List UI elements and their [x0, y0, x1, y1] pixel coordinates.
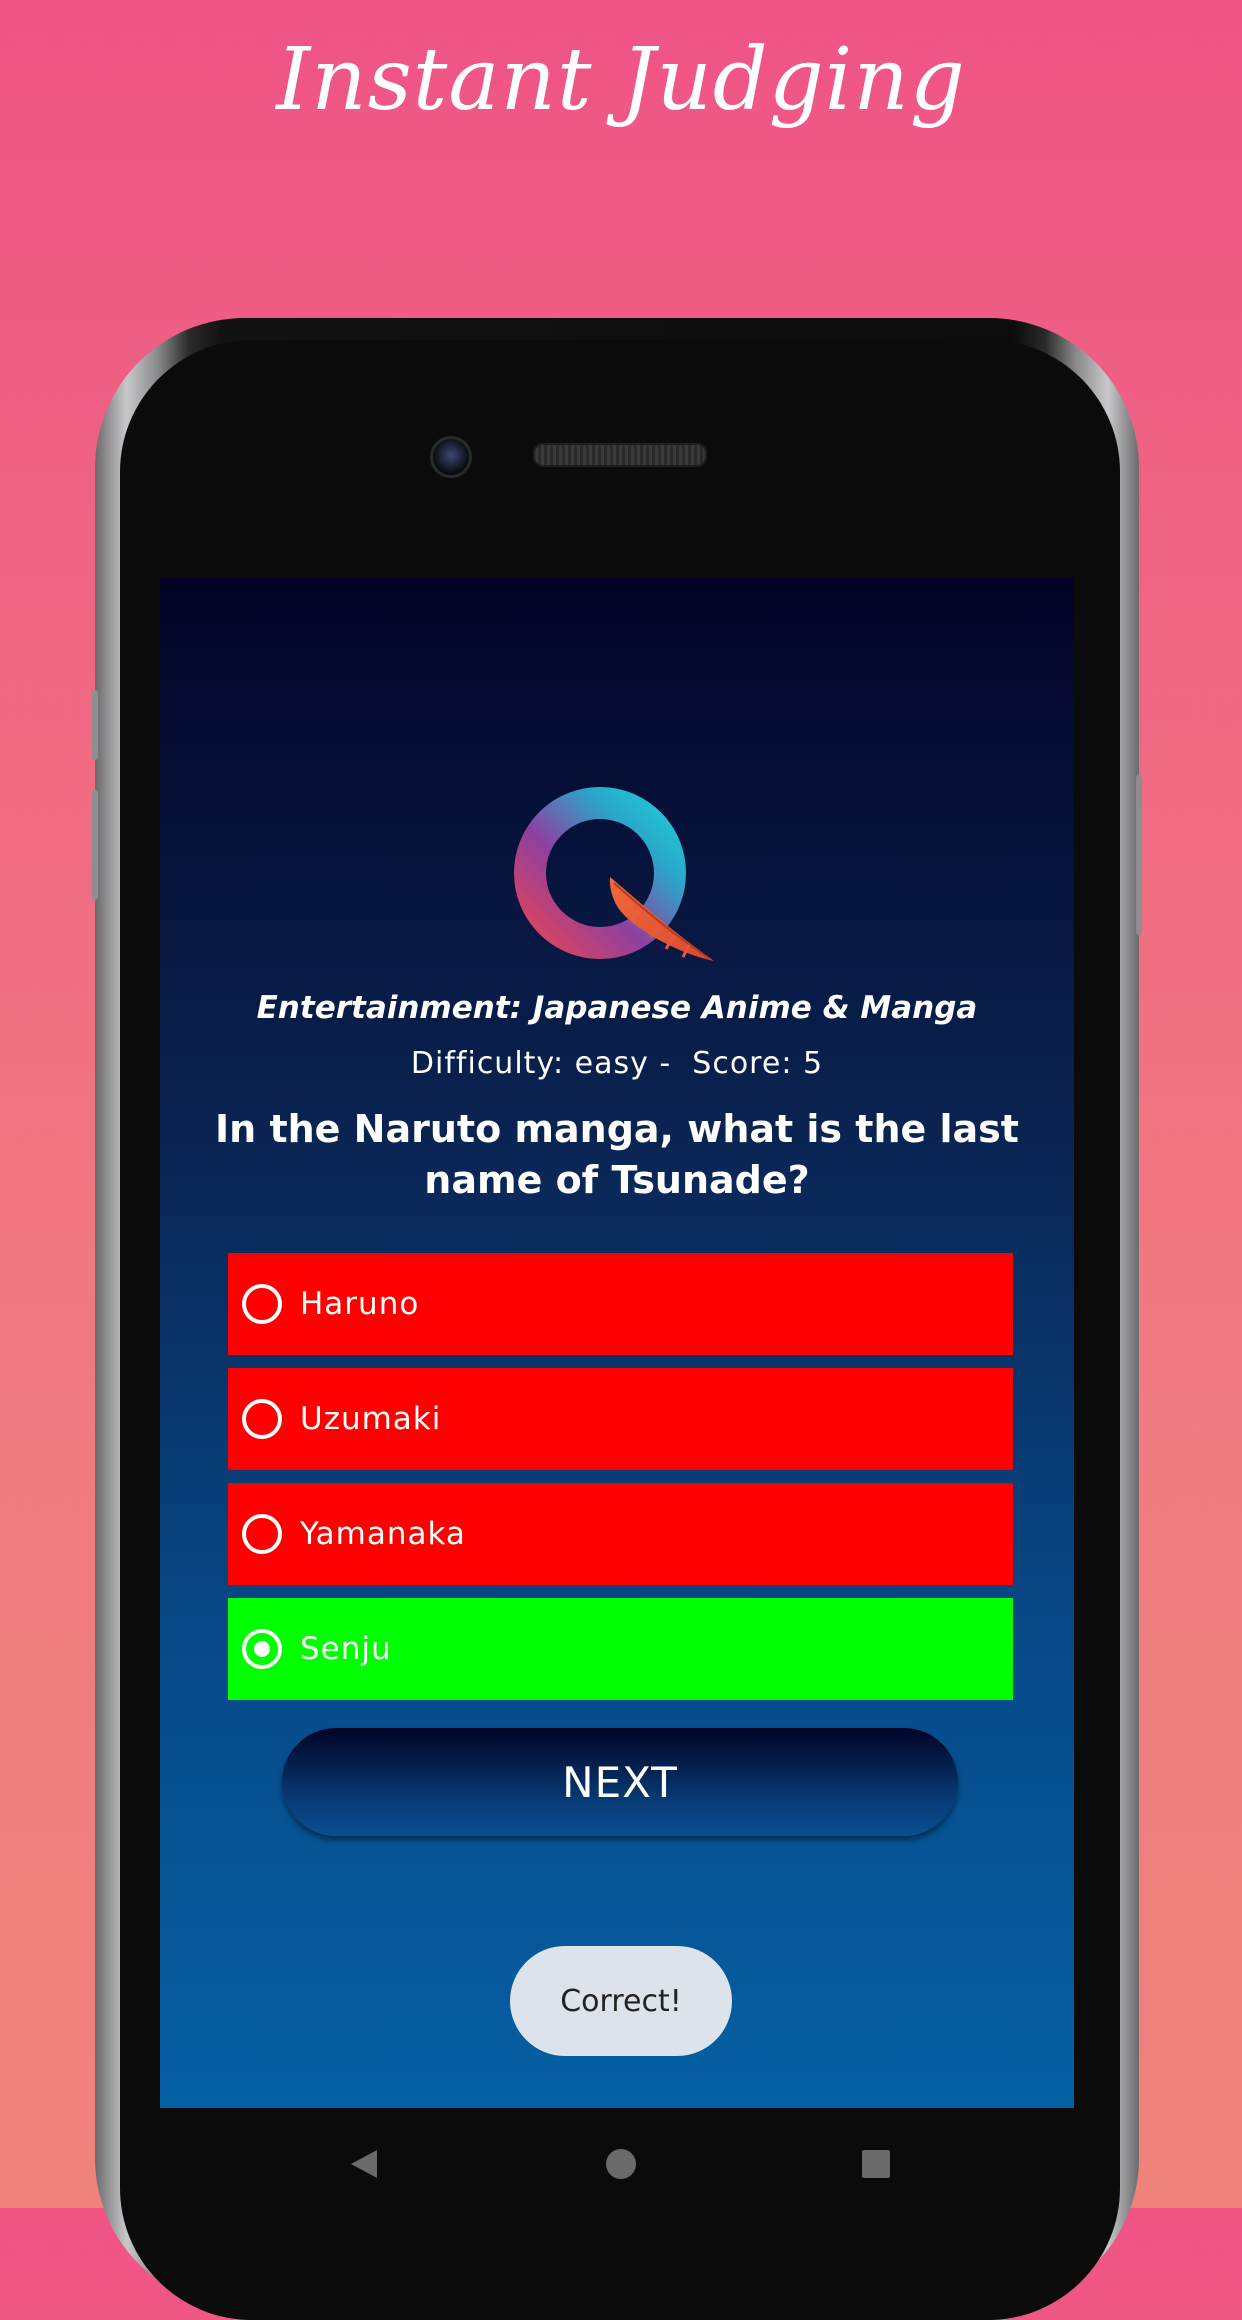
front-camera	[430, 436, 472, 478]
answer-option-label: Yamanaka	[300, 1516, 466, 1552]
promo-title: Instant Judging	[276, 30, 966, 130]
radio-button[interactable]	[242, 1629, 282, 1669]
answer-option-label: Haruno	[300, 1286, 420, 1322]
back-icon[interactable]	[349, 2148, 379, 2180]
correct-toast: Correct!	[510, 1946, 732, 2056]
earpiece-speaker	[533, 443, 707, 467]
category-title: Entertainment: Japanese Anime & Manga	[256, 990, 978, 1026]
difficulty-score: Difficulty: easy - Score: 5	[410, 1046, 824, 1081]
answer-option-label: Senju	[300, 1631, 392, 1667]
answer-option-label: Uzumaki	[300, 1401, 442, 1437]
radio-button[interactable]	[242, 1514, 282, 1554]
power-button	[1136, 775, 1142, 935]
answer-option[interactable]: Uzumaki	[228, 1368, 1013, 1470]
app-logo	[514, 785, 734, 975]
radio-button[interactable]	[242, 1284, 282, 1324]
answer-option[interactable]: Senju	[228, 1598, 1013, 1700]
radio-button[interactable]	[242, 1399, 282, 1439]
volume-button	[92, 690, 98, 760]
home-icon[interactable]	[604, 2147, 638, 2181]
quiz-q-feather-icon	[514, 787, 714, 961]
answer-option[interactable]: Haruno	[228, 1253, 1013, 1355]
question-text: In the Naruto manga, what is the last na…	[215, 1107, 1019, 1202]
answer-option[interactable]: Yamanaka	[228, 1483, 1013, 1585]
next-button[interactable]: NEXT	[282, 1728, 958, 1836]
volume-button	[92, 790, 98, 900]
app-screen: Entertainment: Japanese Anime & Manga Di…	[160, 578, 1074, 2108]
recents-icon[interactable]	[861, 2149, 891, 2179]
